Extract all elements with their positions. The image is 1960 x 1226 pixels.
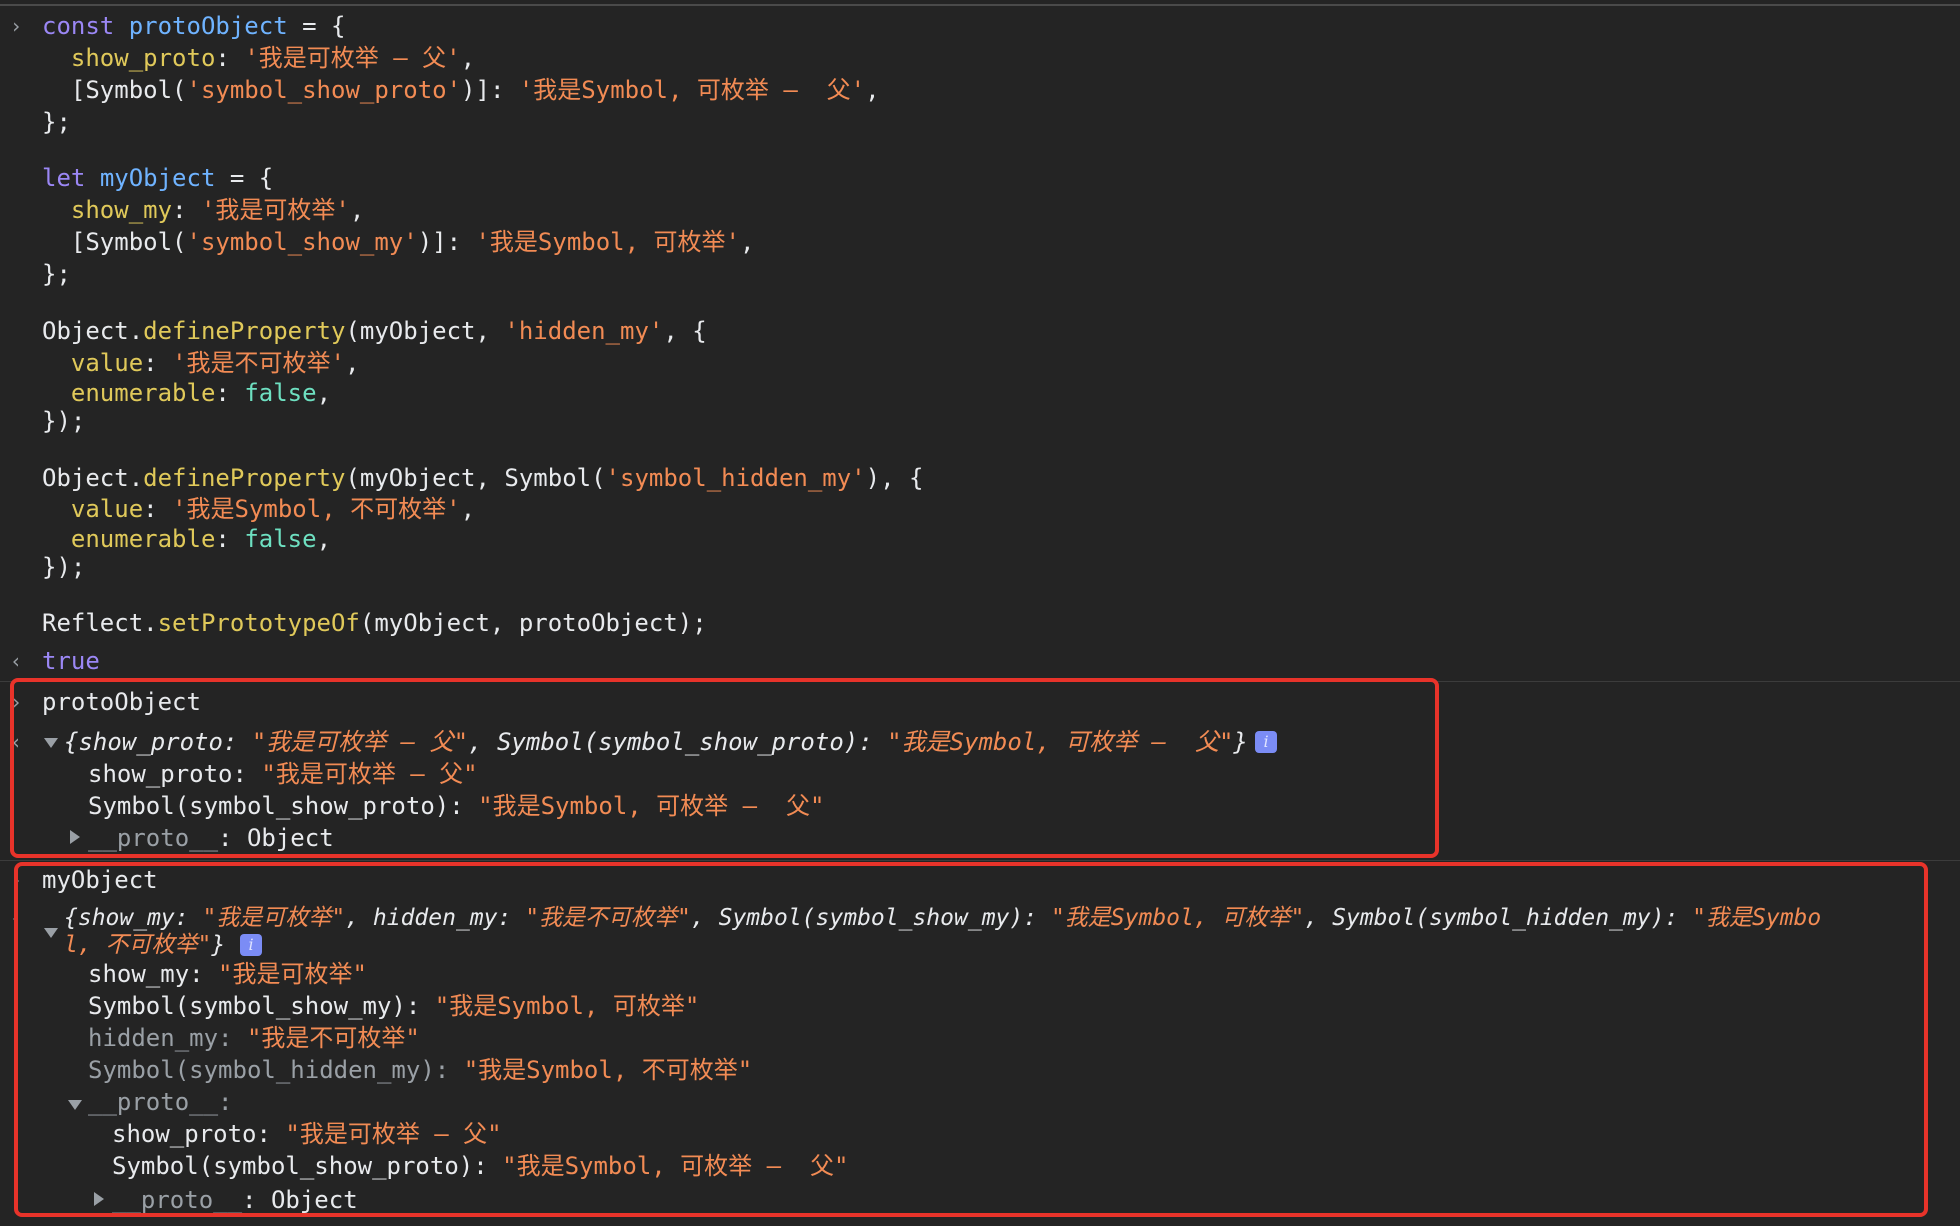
input-prompt-icon: › (10, 14, 23, 38)
code-line: let myObject = { (42, 164, 274, 192)
top-border (0, 4, 1960, 6)
highlight-box-protoobject (10, 678, 1439, 858)
code-line: show_proto: '我是可枚举 – 父', (70, 44, 476, 72)
code-line: show_my: '我是可枚举', (70, 196, 365, 224)
code-line: Reflect.setPrototypeOf(myObject, protoOb… (42, 609, 707, 637)
code-line: Object.defineProperty(myObject, 'hidden_… (42, 317, 707, 345)
code-line: }); (42, 407, 86, 435)
code-line: value: '我是不可枚举', (70, 349, 360, 377)
code-line: [Symbol('symbol_show_proto')]: '我是Symbol… (70, 76, 880, 104)
code-line: }); (42, 553, 86, 581)
result-value: true (42, 647, 100, 675)
code-line: Object.defineProperty(myObject, Symbol('… (42, 464, 924, 492)
code-line: }; (42, 260, 71, 288)
separator (0, 860, 1960, 861)
code-line: }; (42, 108, 71, 136)
output-arrow-icon: ‹ (10, 649, 23, 673)
code-line: [Symbol('symbol_show_my')]: '我是Symbol, 可… (70, 228, 755, 256)
code-line: const protoObject = { (42, 12, 346, 40)
highlight-box-myobject (14, 862, 1928, 1217)
code-line: value: '我是Symbol, 不可枚举', (70, 495, 476, 523)
